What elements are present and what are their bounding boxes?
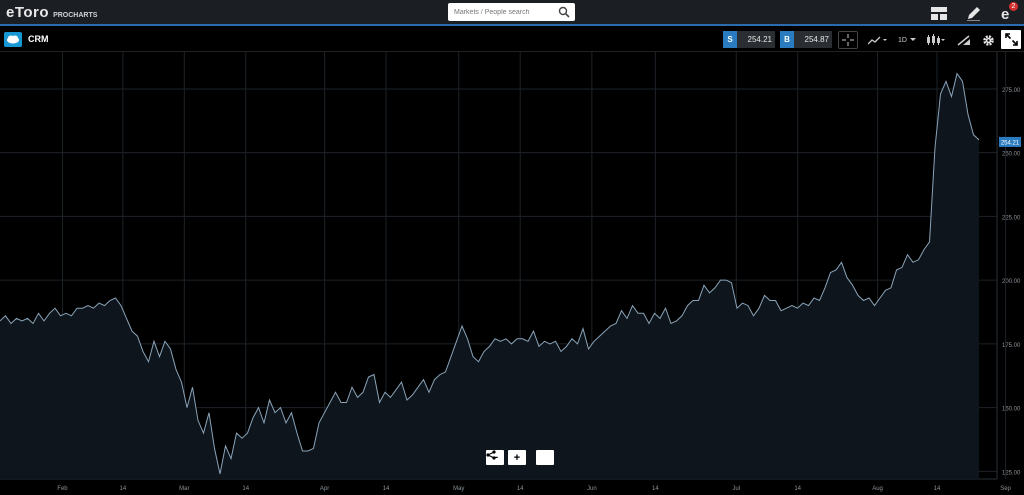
x-tick-label: Jul: [732, 486, 740, 492]
y-tick-label: 125.00: [1002, 470, 1021, 476]
layout-icon[interactable]: [922, 0, 956, 26]
brand-name: eToro: [6, 4, 50, 21]
chevron-down-icon: [909, 38, 916, 41]
y-tick-label: 150.00: [1002, 407, 1021, 413]
etoro-logo[interactable]: eToro PROCHARTS: [6, 4, 97, 21]
crosshair-icon: [842, 34, 854, 46]
expand-icon: [1004, 33, 1018, 46]
x-tick-label: 14: [120, 486, 127, 492]
notifications-icon[interactable]: e 2: [990, 0, 1024, 26]
y-tick-label: 175.00: [1002, 343, 1021, 349]
y-tick-label: 275.00: [1002, 88, 1021, 94]
interval-dropdown[interactable]: 1D: [896, 31, 918, 49]
x-tick-label: Apr: [320, 486, 329, 492]
y-tick-label: 250.00: [1002, 152, 1021, 158]
zoom-controls: − +: [486, 450, 554, 466]
search-input[interactable]: [454, 8, 554, 16]
search-icon[interactable]: [558, 6, 570, 18]
price-chart-svg: 125.00 150.00 175.00 200.00 225.00 250.00 275.…: [0, 52, 1021, 492]
interval-label: 1D: [898, 36, 907, 44]
top-nav: eToro PROCHARTS e 2: [0, 0, 1024, 26]
price-area: [0, 73, 979, 479]
instrument-symbol: CRM: [28, 34, 49, 44]
drawing-tools-button[interactable]: [954, 31, 974, 49]
pencil-icon[interactable]: [956, 0, 990, 26]
x-tick-label: Aug: [872, 486, 883, 492]
fullscreen-button[interactable]: [1001, 30, 1021, 49]
sell-label: S: [723, 31, 737, 48]
buy-button[interactable]: B 254.87: [780, 31, 832, 48]
x-tick-label: 14: [517, 486, 524, 492]
x-tick-label: 14: [794, 486, 801, 492]
x-tick-label: 14: [652, 486, 659, 492]
indicators-button[interactable]: [924, 31, 948, 49]
svg-text:e: e: [1001, 6, 1009, 21]
x-tick-label: 14: [934, 486, 941, 492]
price-chart[interactable]: 125.00 150.00 175.00 200.00 225.00 250.00 275.…: [0, 52, 1024, 495]
buy-price: 254.87: [794, 31, 832, 48]
chart-toolbar: CRM S 254.21 B 254.87 1D: [0, 28, 1024, 52]
share-button[interactable]: [486, 450, 554, 465]
zoom-in-button[interactable]: +: [508, 450, 526, 465]
sell-price: 254.21: [737, 31, 775, 48]
crosshair-button[interactable]: [838, 31, 858, 49]
share-icon: [486, 450, 496, 460]
chart-type-button[interactable]: [866, 31, 890, 49]
x-tick-label: Mar: [179, 486, 189, 492]
notification-badge: 2: [1009, 2, 1018, 11]
line-chart-icon: [868, 36, 887, 45]
y-tick-label: 200.00: [1002, 279, 1021, 285]
sell-button[interactable]: S 254.21: [723, 31, 775, 48]
x-tick-label: Jun: [587, 486, 597, 492]
x-tick-label: May: [453, 486, 464, 492]
buy-label: B: [780, 31, 794, 48]
y-tick-label: 225.00: [1002, 215, 1021, 221]
brand-sub: PROCHARTS: [53, 12, 98, 19]
salesforce-logo-icon: [4, 32, 22, 47]
gear-icon: [982, 34, 994, 46]
search-box[interactable]: [448, 3, 575, 21]
x-tick-label: 14: [242, 486, 249, 492]
x-tick-label: Feb: [57, 486, 68, 492]
last-price-label: 254.21: [1001, 140, 1020, 146]
x-tick-label: Sep: [1000, 486, 1011, 492]
draw-icon: [957, 35, 970, 46]
candlestick-icon: [927, 34, 945, 45]
settings-button[interactable]: [978, 31, 998, 49]
x-tick-label: 14: [383, 486, 390, 492]
